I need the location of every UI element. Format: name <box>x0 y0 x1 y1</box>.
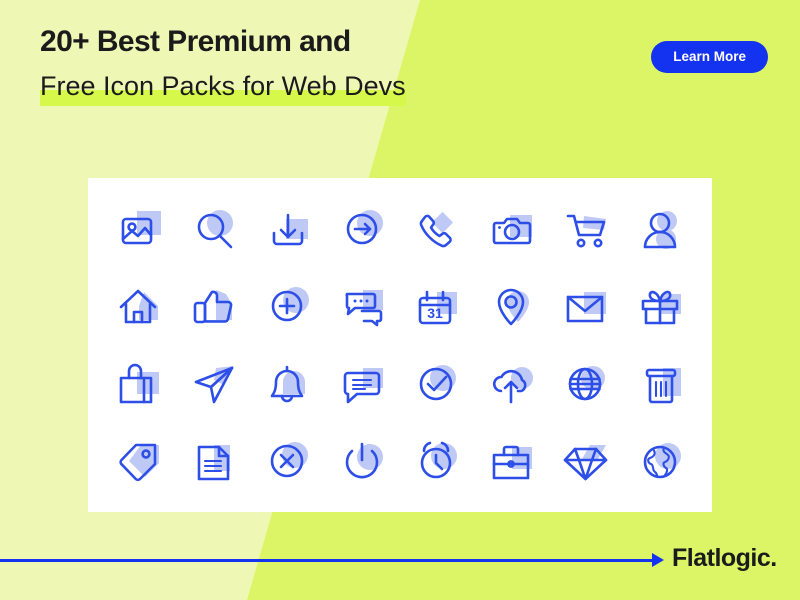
home-icon[interactable] <box>102 268 177 346</box>
title-line-secondary-wrap: Free Icon Packs for Web Devs <box>40 68 406 106</box>
search-icon[interactable] <box>177 190 252 268</box>
power-icon[interactable] <box>326 423 401 501</box>
footer: Flatlogic. <box>0 530 800 600</box>
arrow-right-circle-icon[interactable] <box>326 190 401 268</box>
shopping-bag-icon[interactable] <box>102 345 177 423</box>
gift-icon[interactable] <box>624 268 699 346</box>
shopping-cart-icon[interactable] <box>549 190 624 268</box>
paper-plane-icon[interactable] <box>177 345 252 423</box>
download-icon[interactable] <box>251 190 326 268</box>
footer-arrow-line <box>0 559 660 562</box>
alarm-clock-icon[interactable] <box>400 423 475 501</box>
envelope-icon[interactable] <box>549 268 624 346</box>
title-line-primary: 20+ Best Premium and <box>40 25 351 58</box>
icon-grid: 31 <box>88 178 712 512</box>
bell-icon[interactable] <box>251 345 326 423</box>
chat-bubbles-icon[interactable] <box>326 268 401 346</box>
calendar-day: 31 <box>427 305 443 321</box>
page-title: 20+ Best Premium and Free Icon Packs for… <box>40 22 406 106</box>
document-icon[interactable] <box>177 423 252 501</box>
icon-showcase-card: 31 <box>88 178 712 512</box>
thumbs-up-icon[interactable] <box>177 268 252 346</box>
diamond-icon[interactable] <box>549 423 624 501</box>
banner-image: 20+ Best Premium and Free Icon Packs for… <box>0 0 800 600</box>
trash-icon[interactable] <box>624 345 699 423</box>
earth-icon[interactable] <box>624 423 699 501</box>
brand-logo-text: Flatlogic. <box>672 544 777 572</box>
tag-icon[interactable] <box>102 423 177 501</box>
learn-more-button[interactable]: Learn More <box>651 41 768 73</box>
camera-icon[interactable] <box>475 190 550 268</box>
briefcase-icon[interactable] <box>475 423 550 501</box>
image-icon[interactable] <box>102 190 177 268</box>
footer-arrow-head-icon <box>652 553 664 567</box>
plus-circle-icon[interactable] <box>251 268 326 346</box>
header: 20+ Best Premium and Free Icon Packs for… <box>0 0 800 150</box>
globe-grid-icon[interactable] <box>549 345 624 423</box>
location-pin-icon[interactable] <box>475 268 550 346</box>
phone-icon[interactable] <box>400 190 475 268</box>
cloud-upload-icon[interactable] <box>475 345 550 423</box>
check-circle-icon[interactable] <box>400 345 475 423</box>
title-line-secondary: Free Icon Packs for Web Devs <box>40 71 406 101</box>
close-circle-icon[interactable] <box>251 423 326 501</box>
user-icon[interactable] <box>624 190 699 268</box>
message-icon[interactable] <box>326 345 401 423</box>
calendar-icon[interactable]: 31 <box>400 268 475 346</box>
